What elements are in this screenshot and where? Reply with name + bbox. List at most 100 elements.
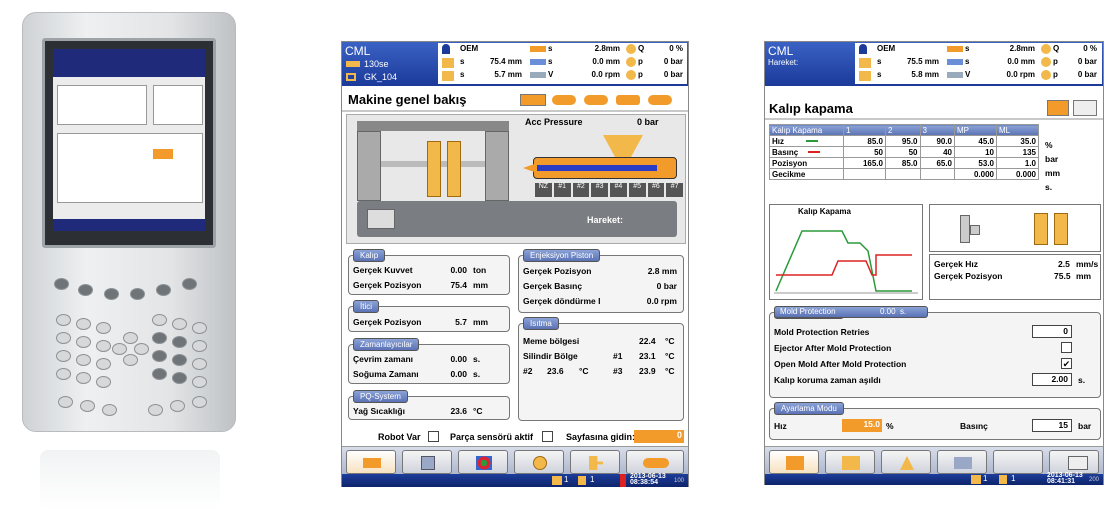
mp-retries-label: Mold Protection Retries: [774, 327, 870, 337]
open-mold-after-mp-label: Open Mold After Mold Protection: [774, 359, 907, 369]
ayarlama-modu-group: Ayarlama Modu Hız 15.0 % Basınç 15 bar: [769, 402, 1101, 440]
hareket-label: Hareket:: [587, 215, 624, 225]
isitma-group: Isıtma Meme bölgesi 22.4 °C Silindir Böl…: [518, 317, 684, 421]
app-title: CML: [345, 44, 371, 58]
mold-icon: [346, 73, 356, 81]
app-title: CML: [768, 44, 794, 58]
clamp-icon: [442, 58, 454, 68]
tab-save[interactable]: [402, 450, 452, 474]
page-title: Kalıp kapama: [769, 101, 853, 116]
zamanlayicilar-group: Zamanlayıcılar Çevrim zamanı 0.00 s. Soğ…: [348, 338, 510, 384]
clamp-unit-graphic: [357, 121, 509, 201]
ejector-after-mp-checkbox[interactable]: [1061, 342, 1072, 353]
heating-zones: NZ #1 #2 #3 #4 #5 #6 #7: [535, 183, 683, 197]
tab-next[interactable]: [626, 450, 684, 474]
rotation-icon: [530, 72, 546, 78]
robot-icon: [971, 475, 981, 484]
mold-graphic: [929, 204, 1101, 252]
sub-title: Hareket:: [768, 58, 799, 67]
table-row: Hız 85.0 95.0 90.0 45.0 35.0: [769, 135, 1039, 147]
motor-icon: [367, 209, 395, 229]
acc-pressure-value: 0 bar: [637, 117, 659, 127]
tab-bar: [342, 446, 688, 474]
page-title: Makine genel bakış: [348, 92, 467, 107]
clamp-icon: [859, 58, 871, 68]
parca-sensor-checkbox[interactable]: [542, 431, 553, 442]
screw-icon: [947, 59, 963, 65]
alarm-indicator[interactable]: [620, 474, 626, 487]
hiz-input[interactable]: 15.0: [842, 419, 882, 432]
machine-graphic: Hareket: Acc Pressure 0 bar NZ #1 #2 #3 …: [346, 114, 686, 244]
sayfa-label: Sayfasına gidin:: [566, 432, 636, 442]
kalip-group: Kalıp Gerçek Kuvvet 0.00 ton Gerçek Pozi…: [348, 249, 510, 295]
user-icon: [442, 44, 450, 54]
mold-timeout-label: Kalıp koruma zaman aşıldı: [774, 375, 881, 385]
tab-empty[interactable]: [993, 450, 1043, 474]
tab-core[interactable]: [937, 450, 987, 474]
tab-overview[interactable]: [346, 450, 396, 474]
status-values-panel: OEM s 2.8mm Q 0 % s 75.5 mm s 0.0 mm p 0…: [855, 43, 1102, 84]
robot-var-checkbox[interactable]: [428, 431, 439, 442]
table-row: Pozisyon 165.0 85.0 65.0 53.0 1.0: [769, 157, 1039, 169]
mold-status-icon: [578, 476, 586, 485]
table-row: Basınç 50 50 40 10 135: [769, 146, 1039, 158]
profile-graph: Kalıp Kapama: [769, 204, 923, 300]
tab-clock[interactable]: [514, 450, 564, 474]
cycle-sequence-icons[interactable]: [520, 92, 686, 108]
pq-system-group: PQ-System Yağ Sıcaklığı 23.6 °C: [348, 390, 510, 420]
status-values-panel: OEM s 2.8mm Q 0 % s 75.4 mm s 0.0 mm p 0…: [438, 43, 687, 84]
status-bar: 1 1 2013-06-13 08:41:31 200: [765, 472, 1103, 485]
tab-mold-close[interactable]: [769, 450, 819, 474]
page-title-bar: Kalıp kapama: [765, 98, 1103, 120]
machine-icon: [346, 61, 360, 67]
injection-icon: [947, 46, 963, 52]
device-keypad: [48, 262, 218, 422]
mold-closing-table: Kalıp Kapama 1 2 3 MP ML Hız 85.0 95.0 9…: [769, 124, 1039, 180]
tab-people[interactable]: [458, 450, 508, 474]
time: 08:38:54: [630, 479, 659, 486]
pressure-icon: [626, 57, 636, 67]
mold-settings-icon[interactable]: [1073, 100, 1097, 116]
header-bar: CML 130se GK_104 OEM s 2.8mm Q 0 % s 75.…: [342, 42, 688, 86]
robot-icon: [552, 476, 562, 485]
tab-bar: [765, 446, 1103, 474]
robot-var-label: Robot Var: [378, 432, 421, 442]
time: 08:41:31: [1047, 478, 1076, 485]
device-reflection: [40, 450, 220, 510]
sayfa-input[interactable]: 0: [634, 430, 684, 443]
ejector-icon: [442, 71, 454, 81]
mold-timeout-input[interactable]: 2.00: [1032, 373, 1072, 386]
table-row: Gecikme 0.000 0.000: [769, 168, 1039, 180]
rotation-icon: [947, 72, 963, 78]
mp-retries-input[interactable]: 0: [1032, 325, 1072, 338]
q-gauge-icon: [626, 44, 636, 54]
screw-icon: [530, 59, 546, 65]
pressure-off-icon: [1041, 70, 1051, 80]
mold-close-icon[interactable]: [1047, 100, 1069, 116]
tab-ejector[interactable]: [570, 450, 620, 474]
device-screen: [42, 38, 216, 248]
mold-status-icon: [999, 475, 1007, 484]
screen-machine-overview: CML 130se GK_104 OEM s 2.8mm Q 0 % s 75.…: [341, 41, 689, 487]
q-gauge-icon: [1041, 44, 1051, 54]
itici-group: İtici Gerçek Pozisyon 5.7 mm: [348, 300, 510, 332]
parca-sensor-label: Parça sensörü aktif: [450, 432, 534, 442]
injection-icon: [530, 46, 546, 52]
actual-values-panel: Gerçek Hız 2.5 mm/s Gerçek Pozisyon 75.5…: [929, 254, 1101, 300]
screen-mold-closing: CML Hareket: OEM s 2.8mm Q 0 % s 75.5 mm…: [764, 41, 1104, 485]
ejector-after-mp-label: Ejector After Mold Protection: [774, 343, 892, 353]
basinc-input[interactable]: 15: [1032, 419, 1072, 432]
acc-pressure-label: Acc Pressure: [525, 117, 583, 127]
tab-ejector[interactable]: [881, 450, 931, 474]
tab-mold-open[interactable]: [825, 450, 875, 474]
page-title-bar: Makine genel bakış: [342, 88, 688, 112]
machine-name: 130se: [364, 59, 389, 69]
status-bar: 1 1 2013-06-13 08:38:54 100: [342, 473, 688, 487]
pressure-off-icon: [626, 70, 636, 80]
pressure-icon: [1041, 57, 1051, 67]
tab-next[interactable]: [1049, 450, 1099, 474]
header-bar: CML Hareket: OEM s 2.8mm Q 0 % s 75.5 mm…: [765, 42, 1103, 86]
open-mold-after-mp-checkbox[interactable]: ✔: [1061, 358, 1072, 369]
mold-name: GK_104: [364, 72, 398, 82]
user-icon: [859, 44, 867, 54]
